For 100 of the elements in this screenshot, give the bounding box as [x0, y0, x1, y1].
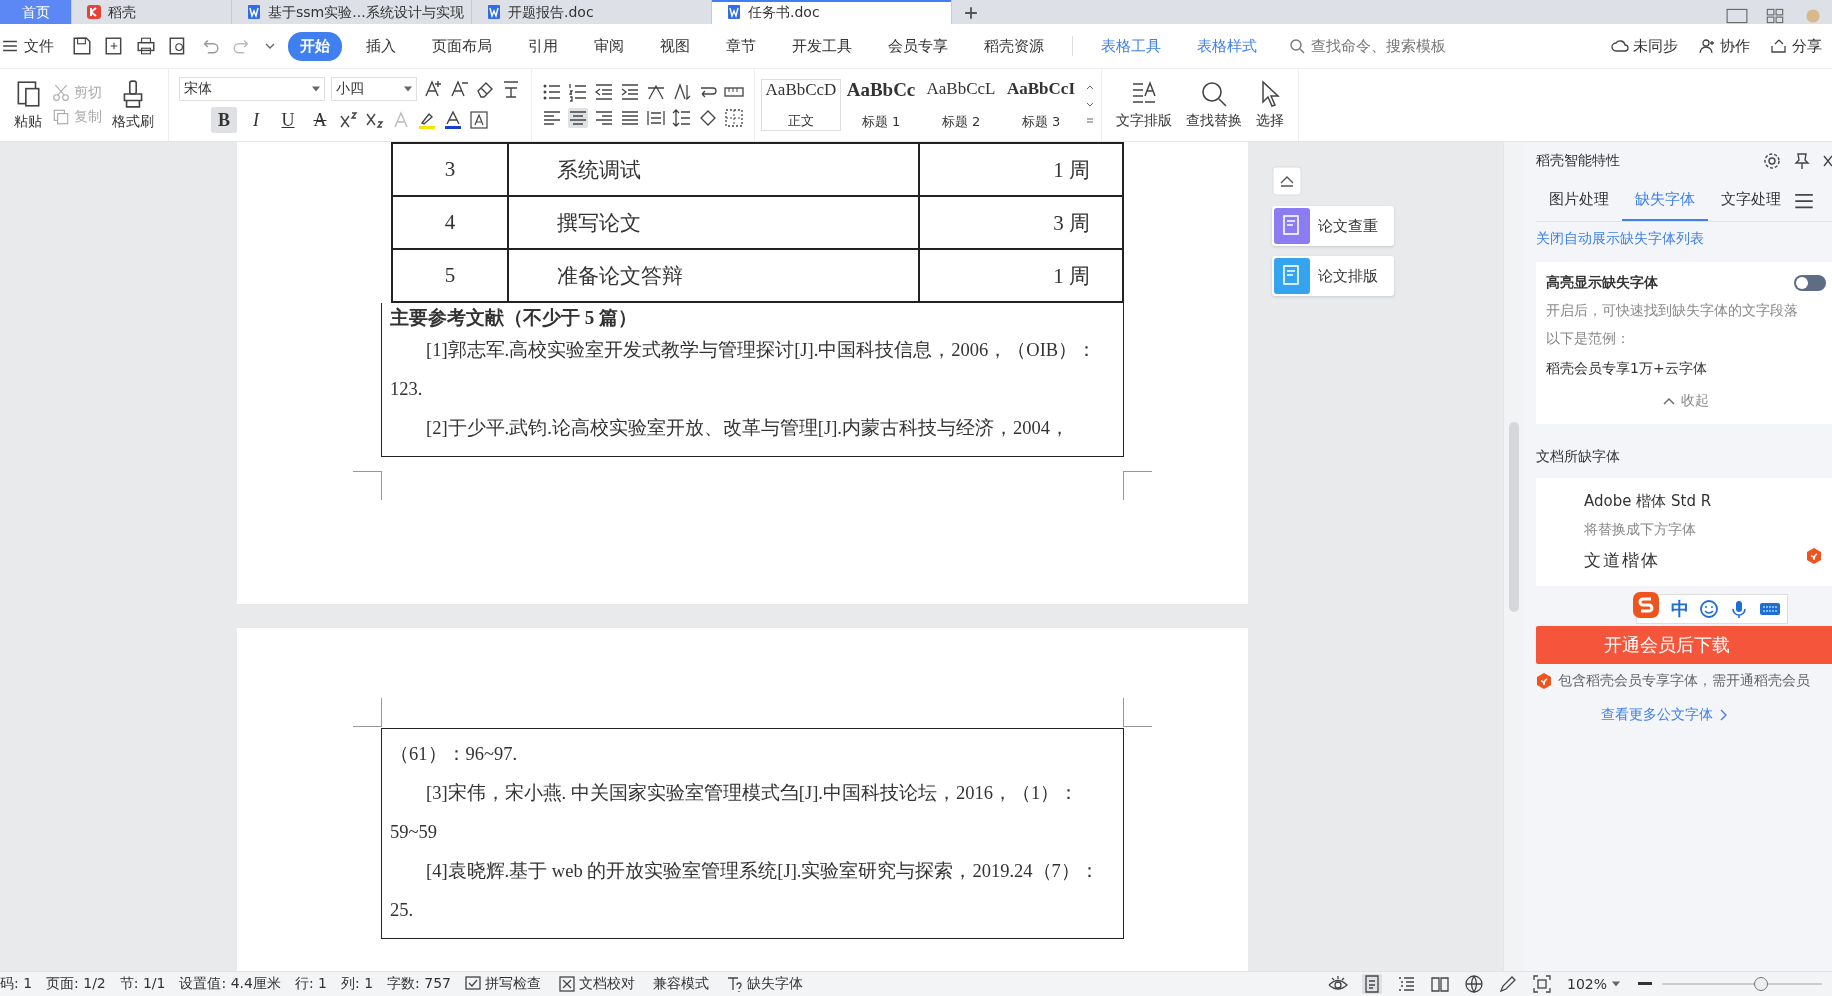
- document-tab[interactable]: 基于ssm实验...系统设计与实现: [232, 0, 472, 24]
- shading-icon[interactable]: [698, 108, 718, 128]
- thesis-tool-button[interactable]: 论文查重: [1272, 206, 1394, 246]
- align-button[interactable]: [594, 108, 614, 128]
- zoom-level-dropdown[interactable]: 102%: [1566, 976, 1620, 992]
- export-icon[interactable]: [104, 36, 124, 56]
- find-replace-button[interactable]: 查找替换: [1182, 78, 1246, 132]
- align-button[interactable]: [568, 108, 588, 128]
- grid-icon[interactable]: [1764, 8, 1786, 24]
- ribbon-tab[interactable]: 会员专享: [876, 31, 960, 61]
- format-button[interactable]: U: [275, 107, 301, 133]
- collapse-icon[interactable]: [1272, 166, 1302, 196]
- scissors-icon: [52, 84, 70, 102]
- format-button[interactable]: I: [243, 107, 269, 133]
- collapse-button[interactable]: 收起: [1663, 392, 1709, 410]
- shrink-font-icon[interactable]: [449, 79, 469, 99]
- toolbar-action-button[interactable]: 协作: [1698, 36, 1750, 56]
- context-tab[interactable]: 表格样式: [1185, 31, 1269, 61]
- table-cell: 3 周: [919, 196, 1123, 249]
- fit-page-icon[interactable]: [1531, 974, 1552, 994]
- paste-button[interactable]: 粘贴: [10, 77, 46, 133]
- format-painter-button[interactable]: 格式刷: [108, 77, 158, 133]
- table-cell: 1 周: [919, 143, 1123, 196]
- status-button[interactable]: 缺失字体: [726, 975, 803, 993]
- outdent-icon[interactable]: [594, 82, 614, 102]
- window-layout-icon[interactable]: [1726, 8, 1748, 24]
- sort-icon[interactable]: [672, 82, 692, 102]
- ribbon-tab[interactable]: 稻壳资源: [972, 31, 1056, 61]
- toolbar-action-button[interactable]: 未同步: [1611, 36, 1678, 56]
- bullet-list-icon[interactable]: [542, 82, 562, 102]
- font-size-field[interactable]: 小四: [331, 77, 417, 101]
- superscript-icon[interactable]: [339, 110, 359, 130]
- font-name: Adobe 楷体 Std R: [1584, 492, 1713, 511]
- ribbon-tab[interactable]: 页面布局: [420, 31, 504, 61]
- member-badge-icon: [1536, 672, 1552, 690]
- font-help-icon: [726, 976, 743, 992]
- zoom-out-button[interactable]: [1638, 982, 1652, 986]
- numbered-list-icon[interactable]: [568, 82, 588, 102]
- format-button[interactable]: B: [211, 107, 237, 133]
- more-fonts-link[interactable]: 查看更多公文字体: [1536, 706, 1832, 724]
- save-icon[interactable]: [72, 36, 92, 56]
- scrollbar[interactable]: [1503, 142, 1524, 971]
- status-button[interactable]: 文档校对: [558, 975, 635, 993]
- align-button[interactable]: [620, 108, 640, 128]
- font-name-field[interactable]: 宋体: [179, 77, 325, 101]
- table-cell: 撰写论文: [508, 196, 919, 249]
- line-spacing-icon[interactable]: [672, 108, 692, 128]
- ribbon-tab[interactable]: 审阅: [582, 31, 636, 61]
- char-border-icon[interactable]: [469, 110, 489, 130]
- context-tab[interactable]: 表格工具: [1089, 31, 1173, 61]
- reference-text: [3]宋伟，宋小燕. 中关国家实验室管理模式刍[J].中国科技论坛，2016，（1）：: [425, 782, 1080, 805]
- panel-tab[interactable]: 文字处理: [1708, 180, 1794, 221]
- toggle-switch[interactable]: [1794, 275, 1826, 291]
- font-color-icon[interactable]: [443, 110, 463, 130]
- text-layout-button[interactable]: 文字排版: [1112, 78, 1176, 132]
- settings-icon[interactable]: [1762, 151, 1782, 171]
- ribbon-tab[interactable]: 开始: [288, 31, 342, 61]
- panel-tab[interactable]: 图片处理: [1536, 180, 1622, 221]
- status-button[interactable]: 兼容模式: [652, 975, 709, 993]
- view-mode-button[interactable]: [1497, 974, 1518, 994]
- view-mode-button[interactable]: [1429, 974, 1450, 994]
- ribbon-tab[interactable]: 引用: [516, 31, 570, 61]
- document-icon: [726, 4, 742, 20]
- ribbon-tab[interactable]: 视图: [648, 31, 702, 61]
- panel-title[interactable]: 稻壳智能特性: [1536, 152, 1752, 170]
- pin-icon[interactable]: [1792, 151, 1812, 171]
- align-button[interactable]: [646, 108, 666, 128]
- input-method-bar[interactable]: 中: [1636, 594, 1788, 624]
- panel-tab[interactable]: 缺失字体: [1622, 180, 1708, 221]
- zoom-slider[interactable]: [1662, 977, 1822, 991]
- view-mode-button[interactable]: [1361, 974, 1382, 994]
- document-tab[interactable]: 稻壳: [72, 0, 232, 24]
- phonetic-icon[interactable]: [501, 79, 521, 99]
- document-tab[interactable]: 任务书.doc: [712, 0, 952, 24]
- style-preset[interactable]: AaBbCcL 标题 2: [921, 79, 1001, 131]
- status-button[interactable]: 拼写检查: [464, 975, 541, 993]
- format-button[interactable]: A: [307, 107, 333, 133]
- ribbon-tab[interactable]: 开发工具: [780, 31, 864, 61]
- style-preset[interactable]: AaBbCcI 标题 3: [1001, 79, 1081, 131]
- document-icon: [1274, 258, 1310, 294]
- close-auto-show-link[interactable]: 关闭自动展示缺失字体列表: [1536, 230, 1832, 248]
- select-button[interactable]: 选择: [1252, 78, 1288, 132]
- file-menu-button[interactable]: 文件: [2, 36, 64, 56]
- highlight-icon[interactable]: [417, 110, 437, 130]
- style-preset[interactable]: AaBbCcD 正文: [761, 79, 841, 131]
- indent-icon[interactable]: [620, 82, 640, 102]
- copy-icon: [52, 108, 70, 126]
- example-text: 稻壳会员专享1万+云字体: [1546, 360, 1708, 378]
- print-icon[interactable]: [136, 36, 156, 56]
- align-button[interactable]: [542, 108, 562, 128]
- ribbon-tab[interactable]: 章节: [714, 31, 768, 61]
- style-preset[interactable]: AaBbCc 标题 1: [841, 79, 921, 131]
- thesis-tool-button[interactable]: 论文排版: [1272, 256, 1394, 296]
- borders-icon[interactable]: [724, 108, 744, 128]
- toolbar-action-button[interactable]: 分享: [1770, 36, 1822, 56]
- command-search-field[interactable]: 查找命令、搜索模板: [1289, 36, 1503, 56]
- ribbon-tab[interactable]: 插入: [354, 31, 408, 61]
- grow-font-icon[interactable]: [423, 79, 443, 99]
- view-mode-button[interactable]: [1463, 974, 1484, 994]
- status-text: 码: 1: [0, 975, 33, 993]
